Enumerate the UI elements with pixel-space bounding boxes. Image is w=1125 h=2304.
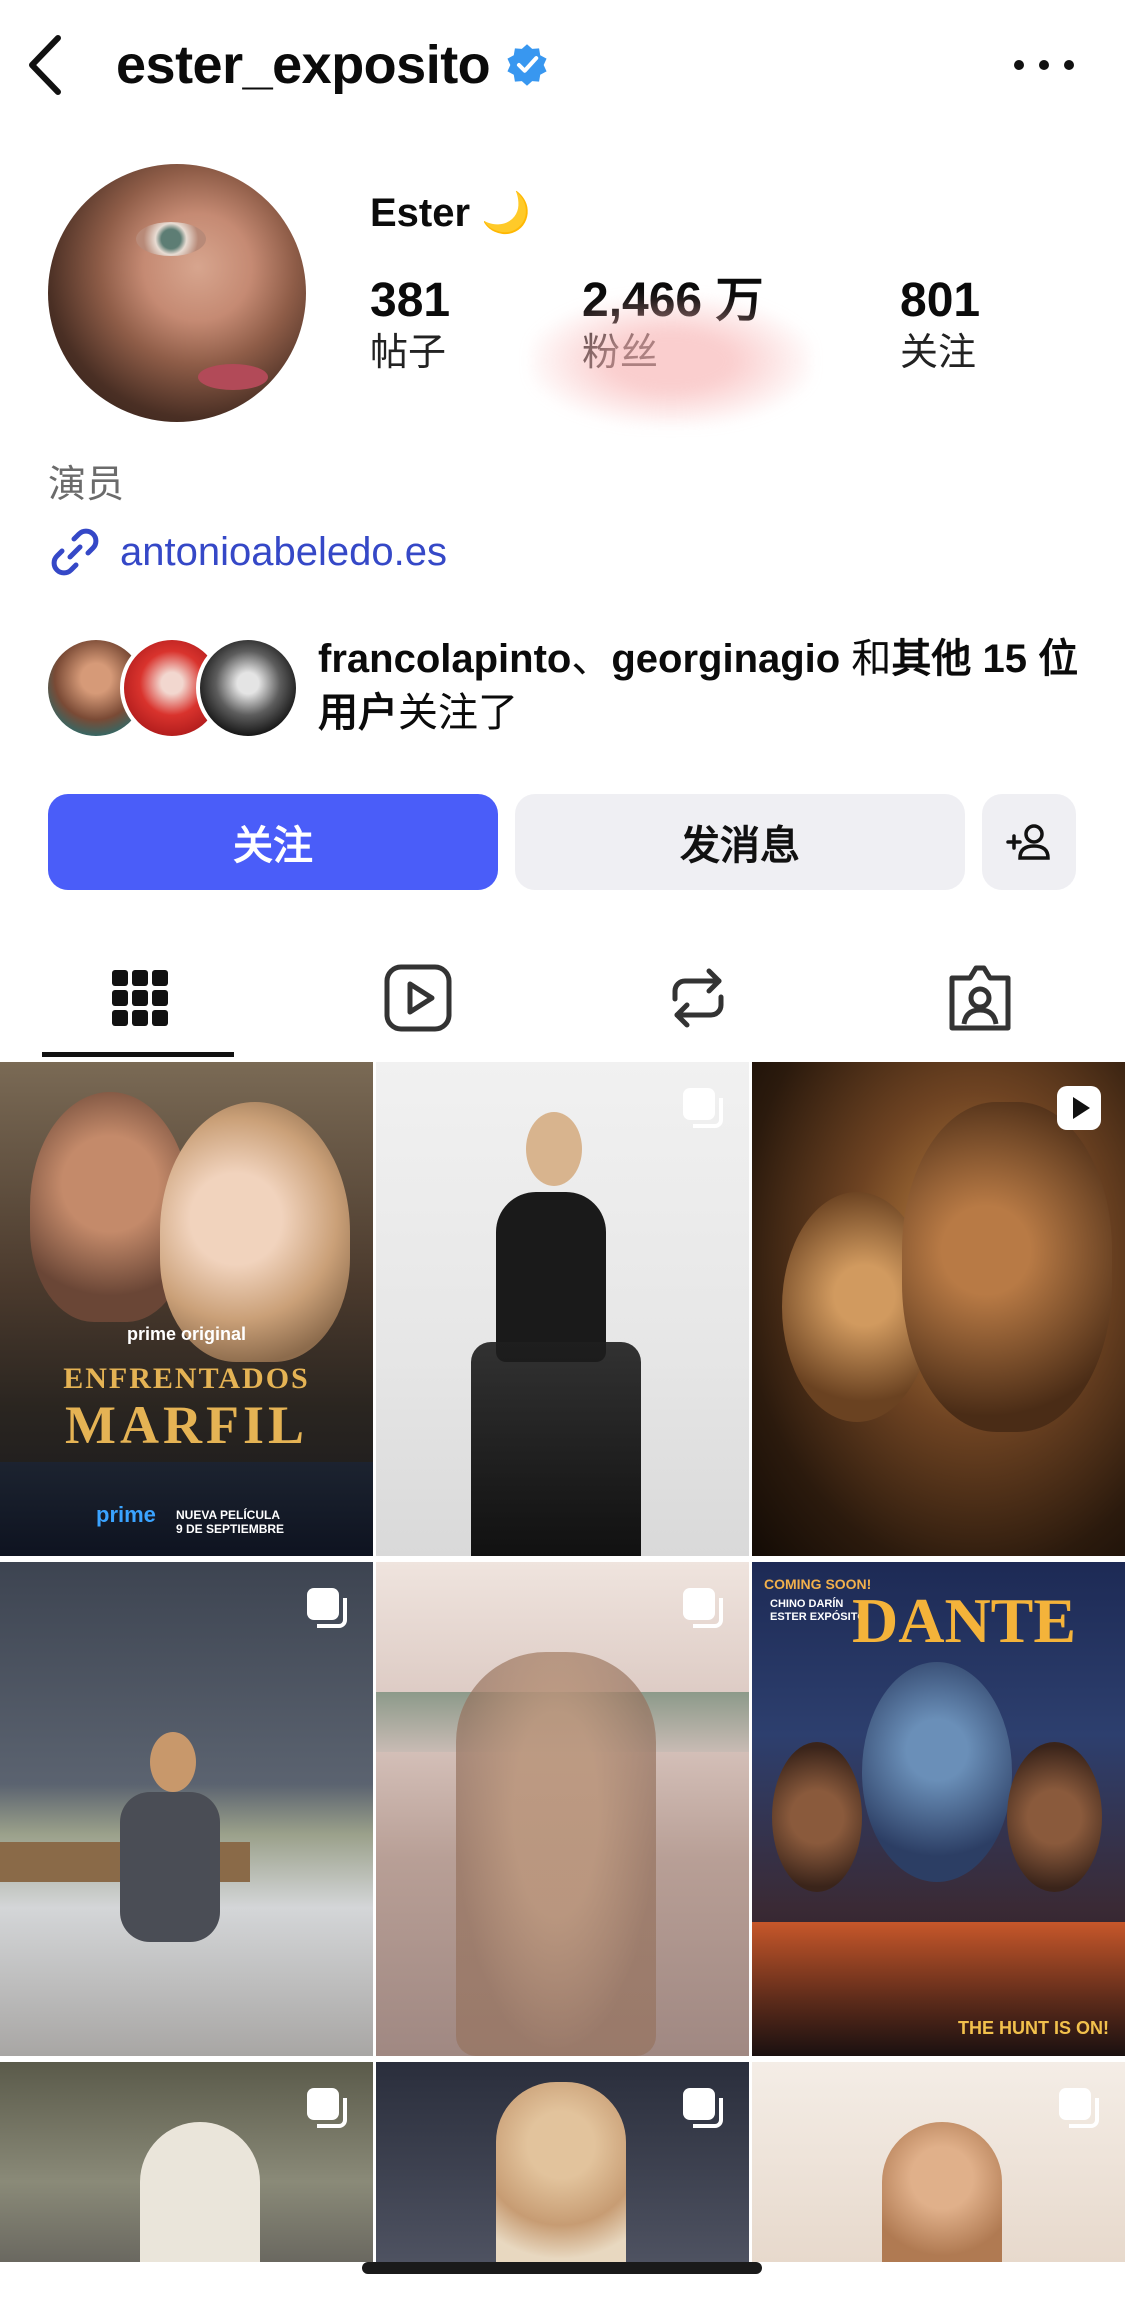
carousel-icon [683,2088,723,2128]
grid-icon [112,970,168,1026]
posts-label: 帖子 [370,332,447,374]
grid-post[interactable] [752,1062,1125,1556]
link-icon [51,528,99,576]
carousel-icon [307,1588,347,1628]
header-username: ester_exposito [116,30,550,100]
grid-post[interactable] [0,2062,373,2262]
mutual-name-2: georginagio [611,637,841,681]
grid-post[interactable]: COMING SOON! CHINO DARÍN ESTER EXPÓSITO … [752,1562,1125,2056]
following-label: 关注 [900,332,977,374]
back-arrow-icon[interactable] [22,32,66,98]
profile-category: 演员 [48,464,125,506]
poster-tagline-bottom: THE HUNT IS ON! [958,2018,1109,2038]
mutual-follower-avatars[interactable] [44,636,304,740]
reels-play-icon [384,964,452,1032]
verified-badge-icon [507,44,547,86]
mutual-name-1: francolapinto [318,637,572,681]
grid-post[interactable] [376,1062,749,1556]
following-count: 801 [900,274,981,327]
grid-post[interactable] [0,1562,373,2056]
repost-icon [672,968,724,1028]
carousel-icon [683,1088,723,1128]
profile-avatar[interactable] [48,164,306,422]
home-indicator[interactable] [362,2262,762,2274]
stat-following[interactable]: 801 关注 [900,272,980,376]
reel-icon [1057,1086,1101,1130]
grid-post[interactable] [752,2062,1125,2262]
avatar [196,636,300,740]
poster-release: NUEVA PELÍCULA 9 DE SEPTIEMBRE [176,1508,285,1536]
mutual-and: 和 [840,637,892,681]
tab-reposts[interactable] [658,958,738,1038]
active-tab-indicator [42,1052,234,1057]
poster-title: DANTE [852,1585,1077,1656]
mutual-sep: 、 [571,637,612,681]
tagged-person-icon [949,965,1011,1031]
message-button[interactable]: 发消息 [515,794,965,890]
suggest-users-button[interactable] [982,794,1076,890]
tab-posts[interactable] [100,958,180,1038]
mutual-suffix: 关注了 [398,691,518,735]
tab-reels[interactable] [378,958,458,1038]
mutual-followers-text[interactable]: francolapinto、georginagio 和其他 15 位用户关注了 [318,632,1098,740]
username-text: ester_exposito [116,35,491,95]
link-text: antonioabeledo.es [120,530,447,574]
poster-title-2: MARFIL [65,1395,308,1455]
add-person-icon [1006,824,1050,860]
tab-tagged[interactable] [940,958,1020,1038]
grid-post[interactable] [376,1562,749,2056]
poster-brand: prime [96,1502,156,1527]
stat-posts[interactable]: 381 帖子 [370,272,450,376]
carousel-icon [1059,2088,1099,2128]
display-name: Ester 🌙 [370,191,531,235]
pink-smudge-overlay [530,296,812,426]
poster-tagline: prime original [126,1324,247,1344]
poster-title-1: ENFRENTADOS [63,1362,310,1395]
carousel-icon [683,1588,723,1628]
profile-link[interactable]: antonioabeledo.es [48,524,447,580]
grid-post[interactable]: prime original ENFRENTADOS MARFIL prime … [0,1062,373,1556]
grid-post[interactable] [376,2062,749,2262]
follow-button[interactable]: 关注 [48,794,498,890]
profile-tabs [0,940,1125,1060]
carousel-icon [307,2088,347,2128]
more-options-icon[interactable] [1014,56,1074,74]
posts-count: 381 [370,274,451,327]
